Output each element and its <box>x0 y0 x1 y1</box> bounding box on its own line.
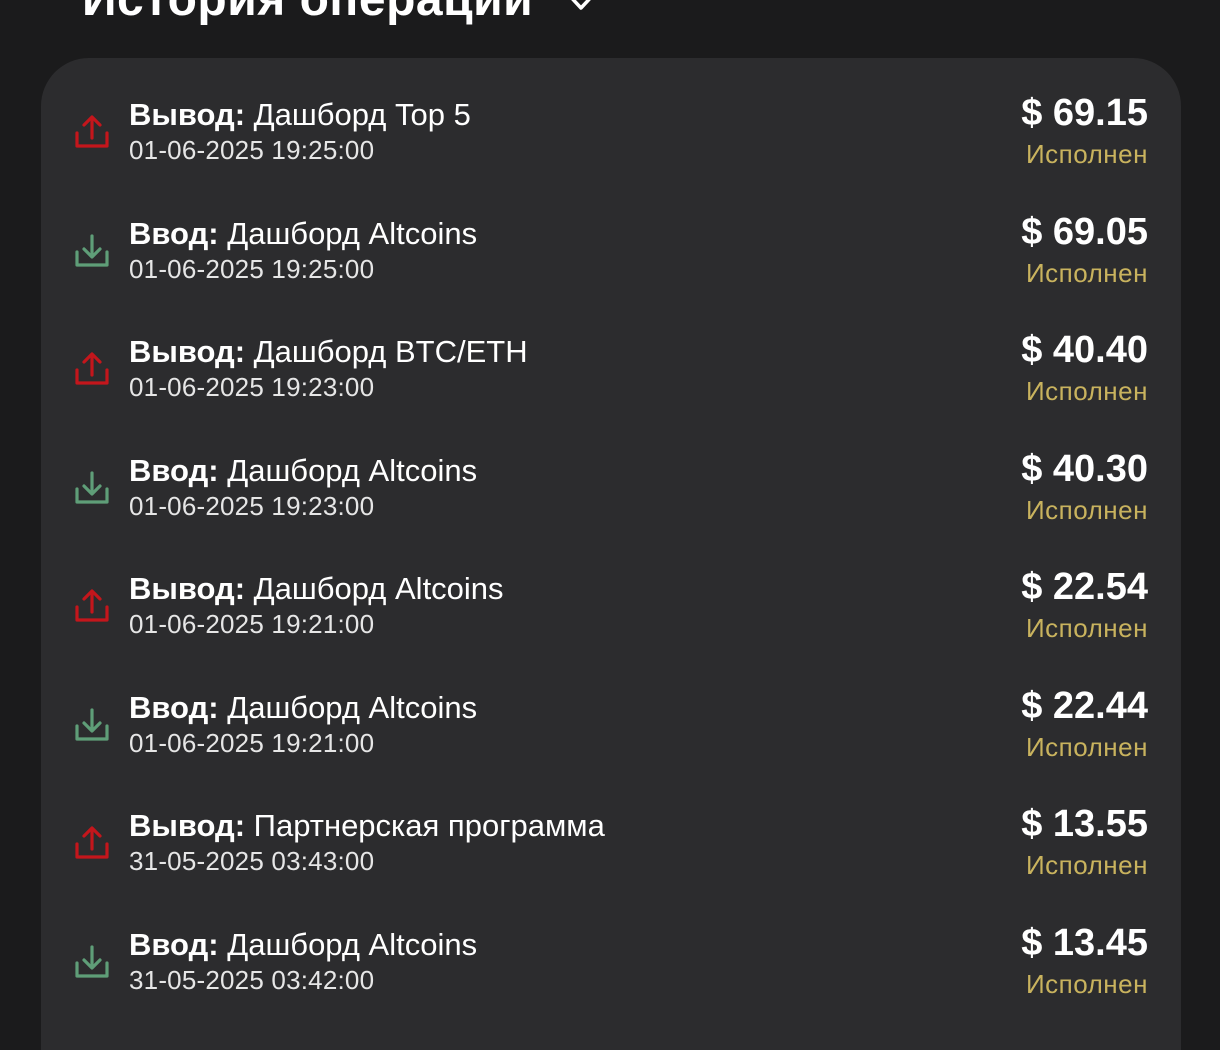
operation-amount: $ 40.30 <box>1021 447 1148 490</box>
operation-amount: $ 13.45 <box>1021 921 1148 964</box>
operation-type: Вывод: <box>129 97 246 132</box>
operation-row[interactable]: Ввод: Дашборд Altcoins 01-06-2025 19:25:… <box>41 207 1181 326</box>
operation-amount: $ 69.05 <box>1021 210 1148 253</box>
operation-status: Исполнен <box>1025 494 1148 525</box>
operation-title: Вывод: Партнерская программа <box>129 807 605 845</box>
operation-title: Вывод: Дашборд BTC/ETH <box>129 333 528 371</box>
operation-name: Дашборд Altcoins <box>227 926 478 962</box>
operation-type: Ввод: <box>129 926 219 962</box>
operation-type: Ввод: <box>129 689 219 725</box>
operation-type: Ввод: <box>129 215 219 251</box>
operations-list: Вывод: Дашборд Top 5 01-06-2025 19:25:00… <box>41 88 1181 1036</box>
operation-text: Вывод: Дашборд BTC/ETH 01-06-2025 19:23:… <box>129 333 528 403</box>
operation-text: Вывод: Дашборд Altcoins 01-06-2025 19:21… <box>129 570 504 640</box>
operation-title: Вывод: Дашборд Altcoins <box>129 570 504 608</box>
operation-name: Дашборд Altcoins <box>227 689 478 725</box>
operation-summary: $ 40.30 Исполнен <box>1021 446 1148 528</box>
operation-date: 01-06-2025 19:23:00 <box>129 490 375 521</box>
operation-status: Исполнен <box>1025 139 1148 169</box>
operation-summary: $ 22.54 Исполнен <box>1021 564 1148 646</box>
operation-date: 01-06-2025 19:25:00 <box>129 253 375 284</box>
operation-type: Ввод: <box>129 452 219 488</box>
operation-status: Исполнен <box>1025 731 1148 762</box>
operation-date: 01-06-2025 19:21:00 <box>129 727 375 758</box>
operation-name: Дашборд Top 5 <box>253 97 471 132</box>
operation-name: Дашборд Altcoins <box>253 571 504 606</box>
upload-icon <box>72 112 112 152</box>
download-icon <box>72 231 112 271</box>
operation-type: Вывод: <box>129 334 246 369</box>
operation-text: Ввод: Дашборд Altcoins 01-06-2025 19:21:… <box>129 689 477 759</box>
operation-title: Ввод: Дашборд Altcoins <box>129 926 477 964</box>
operation-status: Исполнен <box>1025 613 1148 643</box>
operation-title: Ввод: Дашборд Altcoins <box>129 689 477 727</box>
operation-summary: $ 69.05 Исполнен <box>1021 209 1148 291</box>
operation-status: Исполнен <box>1025 968 1148 999</box>
operations-history-page: История операций Вывод: Дашборд Top 5 01… <box>0 0 1220 1050</box>
download-icon <box>72 705 112 745</box>
operation-text: Ввод: Дашборд Altcoins 01-06-2025 19:25:… <box>129 215 477 285</box>
operation-date: 01-06-2025 19:21:00 <box>129 609 375 639</box>
operation-name: Дашборд Altcoins <box>227 215 478 251</box>
operation-summary: $ 13.55 Исполнен <box>1021 801 1148 883</box>
operation-title: Ввод: Дашборд Altcoins <box>129 452 477 490</box>
operation-summary: $ 40.40 Исполнен <box>1021 327 1148 409</box>
operation-text: Ввод: Дашборд Altcoins 01-06-2025 19:23:… <box>129 452 477 522</box>
operations-card: Вывод: Дашборд Top 5 01-06-2025 19:25:00… <box>41 58 1181 1050</box>
operation-amount: $ 22.54 <box>1021 566 1148 608</box>
operation-name: Дашборд Altcoins <box>227 452 478 488</box>
history-header[interactable]: История операций <box>82 0 599 24</box>
operation-text: Вывод: Партнерская программа 31-05-2025 … <box>129 807 605 877</box>
chevron-down-icon[interactable] <box>563 0 599 19</box>
operation-row[interactable]: Вывод: Дашборд BTC/ETH 01-06-2025 19:23:… <box>41 325 1181 444</box>
operation-text: Вывод: Дашборд Top 5 01-06-2025 19:25:00 <box>129 96 471 166</box>
operation-date: 31-05-2025 03:42:00 <box>129 964 375 995</box>
operation-amount: $ 22.44 <box>1021 684 1148 727</box>
operation-title: Вывод: Дашборд Top 5 <box>129 96 471 134</box>
operation-date: 01-06-2025 19:23:00 <box>129 372 375 402</box>
operation-summary: $ 69.15 Исполнен <box>1021 90 1148 172</box>
download-icon <box>72 468 112 508</box>
operation-type: Вывод: <box>129 808 246 843</box>
operation-row[interactable]: Ввод: Дашборд Altcoins 01-06-2025 19:23:… <box>41 444 1181 563</box>
upload-icon <box>72 823 112 863</box>
download-icon <box>72 942 112 982</box>
operation-name: Партнерская программа <box>253 808 605 843</box>
page-title: История операций <box>82 0 533 24</box>
operation-row[interactable]: Ввод: Дашборд Altcoins 31-05-2025 03:42:… <box>41 918 1181 1037</box>
operation-row[interactable]: Вывод: Дашборд Top 5 01-06-2025 19:25:00… <box>41 88 1181 207</box>
operation-date: 01-06-2025 19:25:00 <box>129 135 375 165</box>
operation-status: Исполнен <box>1025 376 1148 406</box>
operation-type: Вывод: <box>129 571 246 606</box>
operation-name: Дашборд BTC/ETH <box>253 334 528 369</box>
operation-row[interactable]: Вывод: Партнерская программа 31-05-2025 … <box>41 799 1181 918</box>
upload-icon <box>72 586 112 626</box>
operation-row[interactable]: Ввод: Дашборд Altcoins 01-06-2025 19:21:… <box>41 681 1181 800</box>
operation-row[interactable]: Вывод: Дашборд Altcoins 01-06-2025 19:21… <box>41 562 1181 681</box>
operation-summary: $ 22.44 Исполнен <box>1021 683 1148 765</box>
operation-amount: $ 40.40 <box>1021 329 1148 371</box>
operation-date: 31-05-2025 03:43:00 <box>129 846 375 876</box>
operation-title: Ввод: Дашборд Altcoins <box>129 215 477 253</box>
operation-summary: $ 13.45 Исполнен <box>1021 920 1148 1002</box>
operation-amount: $ 13.55 <box>1021 803 1148 845</box>
upload-icon <box>72 349 112 389</box>
operation-status: Исполнен <box>1025 257 1148 288</box>
operation-status: Исполнен <box>1025 850 1148 880</box>
operation-text: Ввод: Дашборд Altcoins 31-05-2025 03:42:… <box>129 926 477 996</box>
operation-amount: $ 69.15 <box>1021 92 1148 134</box>
